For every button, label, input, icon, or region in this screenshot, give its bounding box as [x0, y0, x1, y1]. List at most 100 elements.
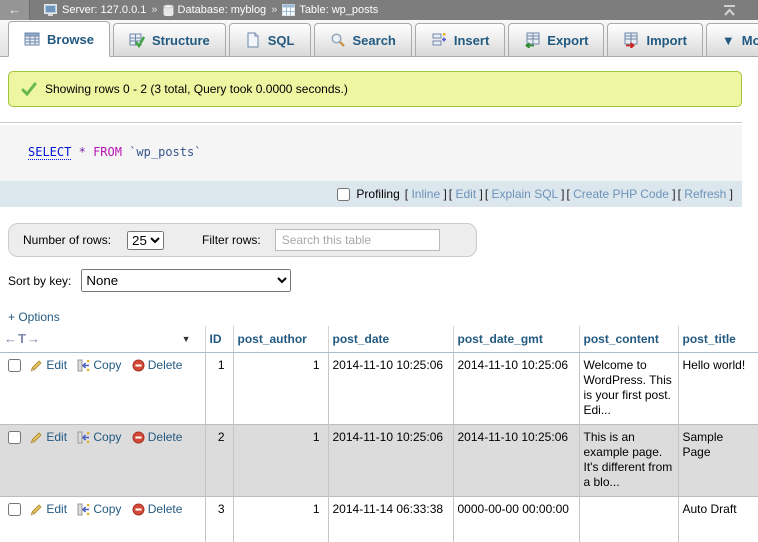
tab-browse[interactable]: Browse: [8, 21, 110, 57]
profiling-label[interactable]: Profiling: [356, 187, 399, 201]
copy-link[interactable]: Copy: [93, 430, 121, 445]
cell-post-title: Auto Draft: [678, 496, 758, 542]
options-toggle-link[interactable]: + Options: [8, 310, 60, 324]
copy-icon: [77, 431, 90, 444]
breadcrumb-database[interactable]: Database: myblog: [163, 4, 267, 17]
copy-icon: [77, 359, 90, 372]
delete-link[interactable]: Delete: [148, 358, 183, 373]
tab-sql[interactable]: SQL: [229, 23, 311, 56]
server-icon: [44, 4, 58, 16]
table-body: Edit Copy Delete 1 1 2014-11-10 10:25:06…: [0, 352, 758, 542]
cell-id: 2: [205, 424, 233, 496]
sort-by-key-label: Sort by key:: [8, 274, 71, 288]
row-checkbox[interactable]: [8, 359, 21, 372]
cell-id: 3: [205, 496, 233, 542]
profiling-link[interactable]: Refresh: [678, 187, 733, 201]
row-actions-cell: Edit Copy Delete: [0, 424, 205, 496]
insert-icon: [431, 32, 447, 48]
profiling-link[interactable]: Create PHP Code: [566, 187, 675, 201]
transpose-icon[interactable]: ←T→: [4, 331, 41, 346]
cell-post-content: Welcome to WordPress. This is your first…: [579, 352, 678, 424]
profiling-link[interactable]: Edit: [449, 187, 483, 201]
number-of-rows-select[interactable]: 25: [127, 231, 164, 250]
delete-action[interactable]: Delete: [132, 502, 183, 517]
row-checkbox[interactable]: [8, 431, 21, 444]
cell-post-title: Hello world!: [678, 352, 758, 424]
copy-link[interactable]: Copy: [93, 502, 121, 517]
copy-action[interactable]: Copy: [77, 502, 121, 517]
table-icon: [282, 4, 295, 16]
cell-post-date: 2014-11-10 10:25:06: [328, 424, 453, 496]
pencil-icon: [30, 431, 43, 444]
table-header-row: ←T→ ▼ ID post_author post_date post_date…: [0, 326, 758, 352]
edit-action[interactable]: Edit: [30, 358, 67, 373]
edit-action[interactable]: Edit: [30, 502, 67, 517]
breadcrumb: Server: 127.0.0.1 » Database: myblog » T…: [30, 4, 378, 17]
tab-structure[interactable]: Structure: [113, 23, 226, 56]
delete-action[interactable]: Delete: [132, 430, 183, 445]
row-actions-cell: Edit Copy Delete: [0, 352, 205, 424]
success-message: Showing rows 0 - 2 (3 total, Query took …: [8, 71, 742, 107]
tab-export[interactable]: Export: [508, 23, 604, 56]
cell-post-date: 2014-11-10 10:25:06: [328, 352, 453, 424]
cell-post-content: [579, 496, 678, 542]
edit-action[interactable]: Edit: [30, 430, 67, 445]
column-header-post-date-gmt[interactable]: post_date_gmt: [453, 326, 579, 352]
column-header-post-author[interactable]: post_author: [233, 326, 328, 352]
sort-dropdown-icon[interactable]: ▼: [182, 334, 191, 344]
column-header-post-date[interactable]: post_date: [328, 326, 453, 352]
cell-post-title: Sample Page: [678, 424, 758, 496]
edit-link[interactable]: Edit: [46, 502, 67, 517]
sort-controls: Sort by key: None: [8, 268, 758, 293]
cell-id: 1: [205, 352, 233, 424]
profiling-checkbox[interactable]: [337, 188, 350, 201]
check-icon: [21, 82, 37, 96]
breadcrumb-table[interactable]: Table: wp_posts: [282, 4, 378, 16]
tab-more[interactable]: ▼ More: [706, 23, 758, 56]
breadcrumb-server[interactable]: Server: 127.0.0.1: [44, 4, 146, 16]
profiling-bar: Profiling InlineEditExplain SQLCreate PH…: [0, 181, 742, 207]
sql-keyword-select[interactable]: SELECT: [28, 145, 71, 160]
column-header-id[interactable]: ID: [205, 326, 233, 352]
edit-link[interactable]: Edit: [46, 358, 67, 373]
profiling-links: InlineEditExplain SQLCreate PHP CodeRefr…: [404, 187, 734, 201]
sql-identifier: `wp_posts`: [129, 145, 201, 159]
delete-icon: [132, 503, 145, 516]
tab-insert[interactable]: Insert: [415, 23, 505, 56]
back-button[interactable]: ←: [0, 0, 30, 20]
delete-action[interactable]: Delete: [132, 358, 183, 373]
profiling-link[interactable]: Explain SQL: [485, 187, 565, 201]
sql-star: *: [79, 145, 86, 159]
row-checkbox[interactable]: [8, 503, 21, 516]
breadcrumb-bar: ← Server: 127.0.0.1 » Database: myblog »…: [0, 0, 758, 20]
copy-action[interactable]: Copy: [77, 430, 121, 445]
delete-link[interactable]: Delete: [148, 430, 183, 445]
row-actions-cell: Edit Copy Delete: [0, 496, 205, 542]
column-header-post-content[interactable]: post_content: [579, 326, 678, 352]
profiling-link[interactable]: Inline: [405, 187, 447, 201]
delete-link[interactable]: Delete: [148, 502, 183, 517]
cell-post-author: 1: [233, 424, 328, 496]
browse-icon: [24, 31, 40, 47]
import-icon: [623, 32, 639, 48]
pencil-icon: [30, 359, 43, 372]
cell-post-author: 1: [233, 352, 328, 424]
column-header-post-title[interactable]: post_title: [678, 326, 758, 352]
copy-action[interactable]: Copy: [77, 358, 121, 373]
edit-link[interactable]: Edit: [46, 430, 67, 445]
copy-link[interactable]: Copy: [93, 358, 121, 373]
sql-query-box: SELECT * FROM `wp_posts`: [0, 125, 742, 181]
structure-icon: [129, 32, 145, 48]
tab-search[interactable]: Search: [314, 23, 412, 56]
delete-icon: [132, 359, 145, 372]
collapse-top-icon[interactable]: [723, 5, 736, 16]
sort-by-key-select[interactable]: None: [81, 269, 291, 292]
cell-post-date-gmt: 0000-00-00 00:00:00: [453, 496, 579, 542]
results-table: ←T→ ▼ ID post_author post_date post_date…: [0, 326, 758, 542]
success-message-text: Showing rows 0 - 2 (3 total, Query took …: [45, 82, 348, 96]
tab-import[interactable]: Import: [607, 23, 702, 56]
number-of-rows-label: Number of rows:: [23, 233, 111, 247]
filter-rows-input[interactable]: [275, 229, 440, 251]
sql-keyword-from: FROM: [93, 145, 122, 159]
sql-icon: [245, 32, 261, 48]
